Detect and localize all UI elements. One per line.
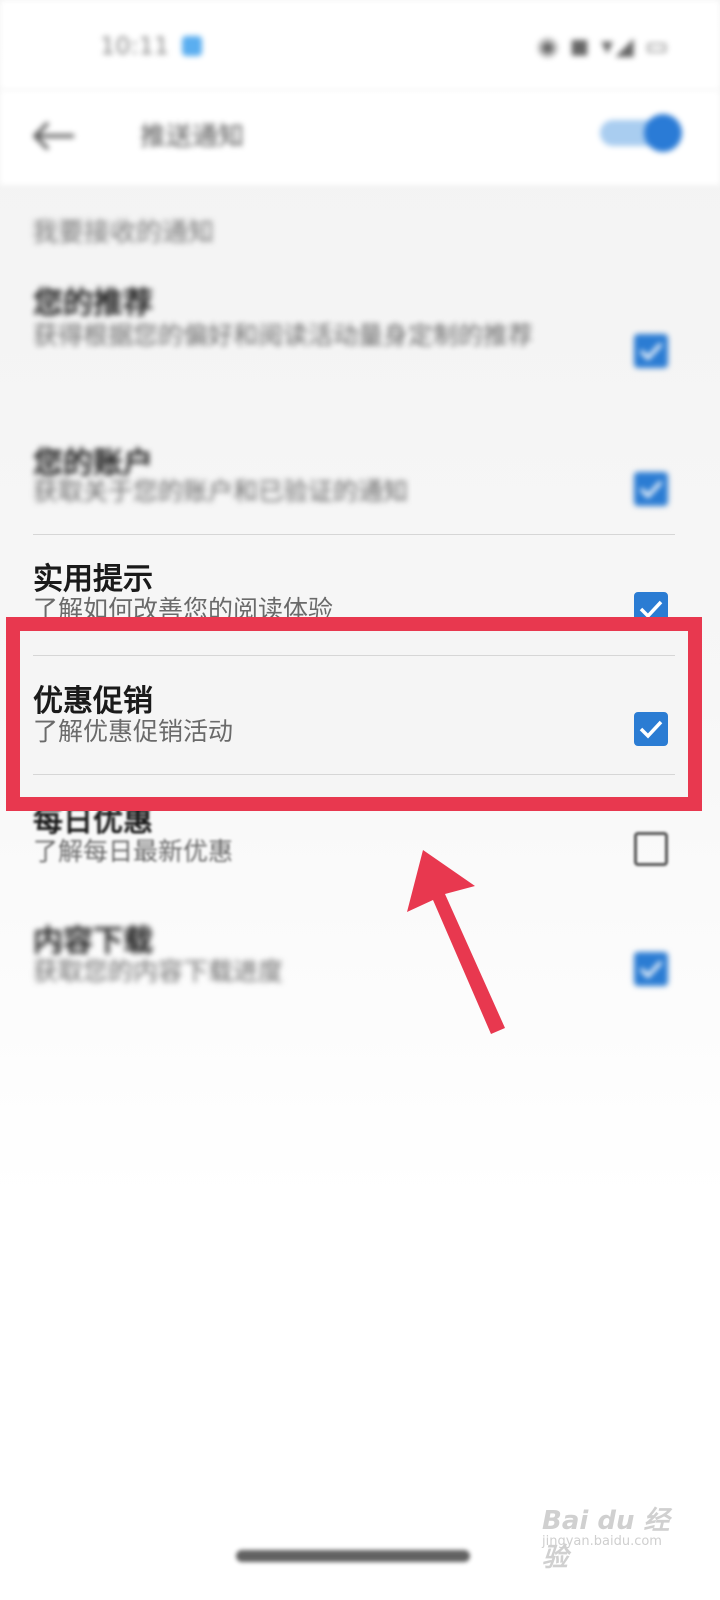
baidu-watermark: Bai du 经验 jingyan.baidu.com: [540, 1494, 690, 1573]
app-bar: 推送通知: [0, 90, 720, 185]
daily-deals-checkbox[interactable]: [634, 832, 668, 866]
highlight-border-bottom: [6, 797, 702, 811]
status-bar: 10:11 ◉ ◼ ▾◢ ▭: [0, 0, 720, 90]
divider: [33, 774, 675, 775]
status-time: 10:11: [100, 32, 170, 60]
list-item-downloads[interactable]: 内容下载 获取您的内容下载进度: [0, 910, 720, 1010]
list-item-account[interactable]: 您的账户 获取关于您的账户和已验证的通知: [0, 430, 720, 530]
list-item-recommendations[interactable]: 您的推荐 获得根据您的偏好和阅读活动量身定制的推荐: [0, 270, 720, 400]
item-desc: 了解优惠促销活动: [33, 717, 234, 746]
item-desc: 获得根据您的偏好和阅读活动量身定制的推荐: [33, 321, 534, 350]
divider: [33, 655, 675, 656]
divider: [33, 534, 675, 535]
screen: 10:11 ◉ ◼ ▾◢ ▭ 推送通知 我要接收的通知 您的推荐 获得根据您的偏…: [0, 0, 720, 1600]
account-checkbox[interactable]: [634, 472, 668, 506]
promotions-checkbox[interactable]: [634, 712, 668, 746]
page-title: 推送通知: [140, 122, 245, 152]
downloads-checkbox[interactable]: [634, 952, 668, 986]
section-header: 我要接收的通知: [32, 218, 215, 248]
item-title: 您的推荐: [33, 286, 153, 321]
list-item-promotions[interactable]: 优惠促销 了解优惠促销活动: [0, 670, 720, 770]
toggle-knob: [644, 114, 682, 152]
annotation-arrow-icon: [407, 850, 505, 1034]
item-desc: 获取关于您的账户和已验证的通知: [33, 477, 409, 506]
watermark-url: jingyan.baidu.com: [542, 1534, 662, 1549]
push-notification-toggle[interactable]: [600, 114, 682, 152]
gesture-nav-handle[interactable]: [236, 1550, 470, 1562]
notification-icon: [182, 36, 202, 56]
recommendations-checkbox[interactable]: [634, 334, 668, 368]
back-arrow-icon[interactable]: [30, 116, 76, 156]
status-icons: ◉ ◼ ▾◢ ▭: [537, 32, 670, 60]
